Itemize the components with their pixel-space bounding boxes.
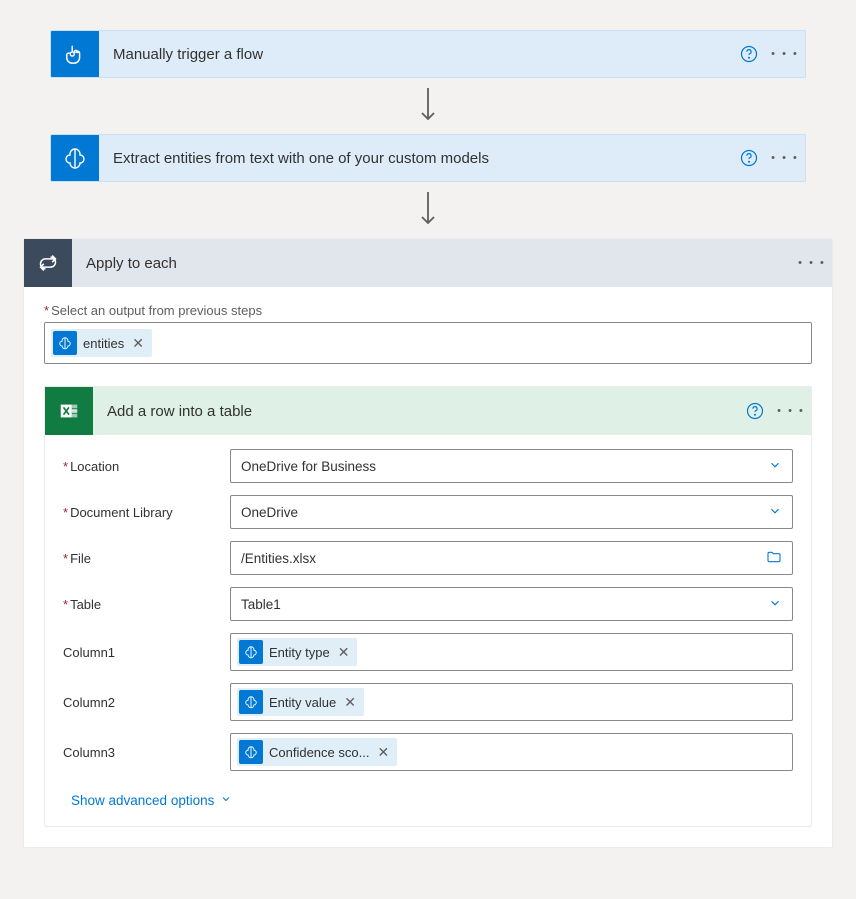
output-input[interactable]: entities ✕ — [44, 322, 812, 364]
chevron-down-icon — [768, 596, 782, 613]
loop-icon — [24, 239, 72, 287]
output-label: *Select an output from previous steps — [44, 303, 812, 318]
token-label: entities — [83, 336, 124, 351]
ai-token-icon — [53, 331, 77, 355]
library-dropdown[interactable]: OneDrive — [230, 495, 793, 529]
token-label: Entity value — [269, 695, 336, 710]
token-entities[interactable]: entities ✕ — [51, 329, 152, 357]
token-entity-type[interactable]: Entity type ✕ — [237, 638, 357, 666]
trigger-card[interactable]: Manually trigger a flow — [50, 30, 806, 78]
help-icon[interactable] — [739, 402, 771, 420]
more-menu-icon[interactable] — [765, 152, 805, 164]
trigger-title: Manually trigger a flow — [99, 46, 733, 63]
excel-header[interactable]: Add a row into a table — [45, 387, 811, 435]
ai-token-icon — [239, 690, 263, 714]
remove-token-icon[interactable]: ✕ — [375, 744, 391, 761]
token-label: Confidence sco... — [269, 745, 369, 760]
table-dropdown[interactable]: Table1 — [230, 587, 793, 621]
extract-title: Extract entities from text with one of y… — [99, 150, 733, 167]
excel-action-card: Add a row into a table *Location OneDriv… — [44, 386, 812, 827]
location-dropdown[interactable]: OneDrive for Business — [230, 449, 793, 483]
remove-token-icon[interactable]: ✕ — [336, 644, 352, 661]
more-menu-icon[interactable] — [792, 257, 832, 269]
excel-title: Add a row into a table — [93, 403, 739, 420]
col3-label: Column3 — [63, 745, 218, 760]
help-icon[interactable] — [733, 149, 765, 167]
apply-header[interactable]: Apply to each — [24, 239, 832, 287]
apply-to-each-card: Apply to each *Select an output from pre… — [23, 238, 833, 848]
chevron-down-icon — [220, 793, 232, 808]
help-icon[interactable] — [733, 45, 765, 63]
connector-arrow — [23, 78, 833, 134]
ai-icon — [51, 134, 99, 182]
connector-arrow — [23, 182, 833, 238]
extract-card[interactable]: Extract entities from text with one of y… — [50, 134, 806, 182]
col1-input[interactable]: Entity type ✕ — [230, 633, 793, 671]
apply-title: Apply to each — [72, 255, 792, 272]
col1-label: Column1 — [63, 645, 218, 660]
chevron-down-icon — [768, 504, 782, 521]
token-confidence-score[interactable]: Confidence sco... ✕ — [237, 738, 397, 766]
remove-token-icon[interactable]: ✕ — [130, 335, 146, 352]
more-menu-icon[interactable] — [771, 405, 811, 417]
file-label: *File — [63, 551, 218, 566]
col3-input[interactable]: Confidence sco... ✕ — [230, 733, 793, 771]
remove-token-icon[interactable]: ✕ — [342, 694, 358, 711]
library-label: *Document Library — [63, 505, 218, 520]
chevron-down-icon — [768, 458, 782, 475]
trigger-icon — [51, 30, 99, 78]
col2-label: Column2 — [63, 695, 218, 710]
col2-input[interactable]: Entity value ✕ — [230, 683, 793, 721]
token-entity-value[interactable]: Entity value ✕ — [237, 688, 364, 716]
excel-icon — [45, 387, 93, 435]
more-menu-icon[interactable] — [765, 48, 805, 60]
ai-token-icon — [239, 740, 263, 764]
location-label: *Location — [63, 459, 218, 474]
table-label: *Table — [63, 597, 218, 612]
show-advanced-options-button[interactable]: Show advanced options — [71, 793, 232, 808]
folder-icon[interactable] — [766, 549, 782, 568]
token-label: Entity type — [269, 645, 330, 660]
file-picker[interactable]: /Entities.xlsx — [230, 541, 793, 575]
ai-token-icon — [239, 640, 263, 664]
